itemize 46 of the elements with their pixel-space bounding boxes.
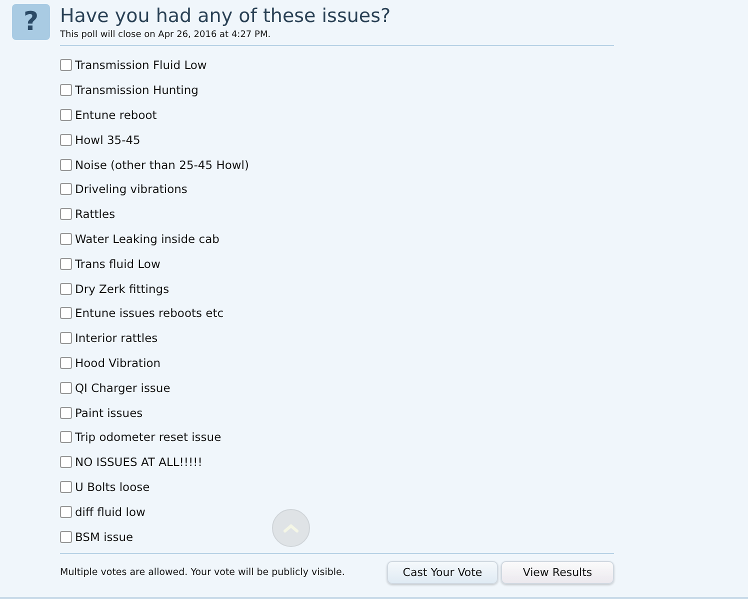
checkbox[interactable] bbox=[60, 84, 72, 96]
close-note: This poll will close on Apr 26, 2016 at 4:27 PM. bbox=[60, 30, 272, 40]
checkbox[interactable] bbox=[60, 530, 72, 543]
option-label[interactable]: Trip odometer reset issue bbox=[75, 430, 222, 444]
checkbox[interactable] bbox=[60, 506, 72, 518]
checkbox[interactable] bbox=[60, 258, 72, 270]
checkbox[interactable] bbox=[60, 456, 72, 468]
option-label[interactable]: Entune issues reboots etc bbox=[75, 306, 224, 320]
vote-note: Multiple votes are allowed. Your vote will be publicly visible. bbox=[60, 566, 346, 578]
option-label[interactable]: Rattles bbox=[75, 207, 116, 222]
checkbox[interactable] bbox=[60, 158, 72, 171]
checkbox[interactable] bbox=[60, 406, 72, 419]
option-label[interactable]: Noise (other than 25-45 Howl) bbox=[75, 158, 249, 172]
checkbox[interactable] bbox=[60, 134, 72, 146]
option-label[interactable]: NO ISSUES AT ALL!!!!! bbox=[75, 455, 202, 470]
checkbox[interactable] bbox=[60, 431, 72, 444]
option-label[interactable]: Hood Vibration bbox=[75, 356, 161, 370]
option-label[interactable]: Transmission Hunting bbox=[75, 83, 198, 98]
option-label[interactable]: diff fluid low bbox=[75, 504, 146, 519]
option-label[interactable]: Interior rattles bbox=[75, 331, 158, 346]
option-label[interactable]: Driveling vibrations bbox=[75, 182, 188, 196]
option-label[interactable]: Transmission Fluid Low bbox=[75, 58, 207, 72]
checkbox[interactable] bbox=[60, 59, 72, 72]
checkbox[interactable] bbox=[60, 183, 72, 196]
checkbox[interactable] bbox=[60, 307, 72, 320]
poll-title: Have you had any of these issues? bbox=[60, 4, 392, 28]
checkbox[interactable] bbox=[60, 356, 72, 369]
option-label[interactable]: Paint issues bbox=[75, 406, 143, 420]
checkbox[interactable] bbox=[60, 232, 72, 245]
option-label[interactable]: U Bolts loose bbox=[75, 480, 150, 494]
checkbox[interactable] bbox=[60, 480, 72, 493]
checkbox[interactable] bbox=[60, 282, 72, 295]
checkbox[interactable] bbox=[60, 208, 72, 220]
checkbox[interactable] bbox=[60, 382, 72, 394]
option-label[interactable]: Entune reboot bbox=[75, 108, 157, 122]
results-button[interactable]: View Results bbox=[501, 560, 614, 584]
option-label[interactable]: QI Charger issue bbox=[75, 380, 170, 395]
checkbox[interactable] bbox=[60, 332, 72, 344]
option-label[interactable]: Water Leaking inside cab bbox=[75, 232, 220, 246]
option-label[interactable]: Howl 35-45 bbox=[75, 132, 140, 147]
option-label[interactable]: Dry Zerk fittings bbox=[75, 282, 170, 296]
question-icon: ? bbox=[12, 4, 50, 40]
option-label[interactable]: Trans fluid Low bbox=[75, 256, 160, 271]
option-label[interactable]: BSM issue bbox=[75, 530, 134, 544]
checkbox[interactable] bbox=[60, 108, 72, 121]
vote-button[interactable]: Cast Your Vote bbox=[387, 560, 498, 584]
